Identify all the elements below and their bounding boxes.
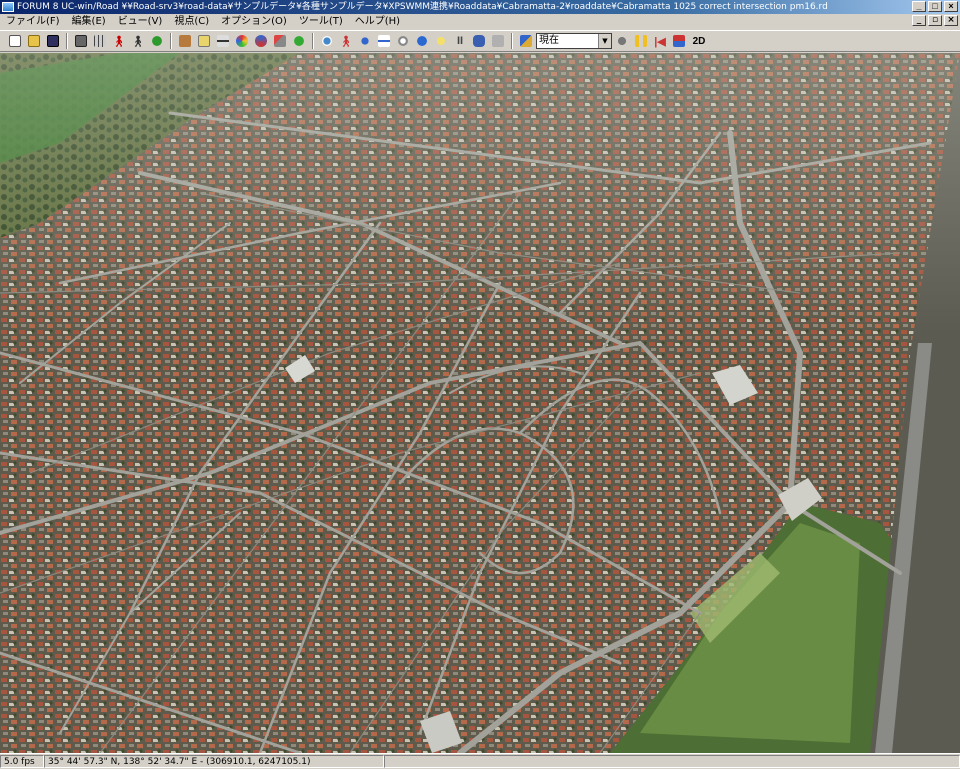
mdi-minimize-button[interactable]: _ xyxy=(912,15,926,26)
brush-button[interactable] xyxy=(271,32,289,50)
new-file-button[interactable] xyxy=(6,32,24,50)
palette-button[interactable] xyxy=(233,32,251,50)
road-icon xyxy=(75,35,87,47)
grid-button[interactable] xyxy=(91,32,109,50)
close-button[interactable]: × xyxy=(944,1,958,12)
move-icon xyxy=(359,35,371,47)
disk-icon xyxy=(47,35,59,47)
minimize-button[interactable]: _ xyxy=(912,1,926,12)
folder-icon xyxy=(28,35,40,47)
record-button[interactable] xyxy=(613,32,631,50)
tree-button[interactable] xyxy=(148,32,166,50)
bulb-icon xyxy=(435,35,447,47)
menu-view[interactable]: ビュー(V) xyxy=(112,14,169,30)
toolbar-separator xyxy=(170,33,172,49)
palette-icon xyxy=(236,35,248,47)
walk-icon: 🚶︎ xyxy=(339,35,353,48)
texture-button[interactable] xyxy=(195,32,213,50)
airplane-icon xyxy=(378,35,390,47)
pedestrian-button[interactable]: 🚶︎ xyxy=(110,32,128,50)
brush-icon xyxy=(274,35,286,47)
viewpoint-select[interactable]: 現在 ▼ xyxy=(536,33,612,49)
rewind-icon: |◀ xyxy=(654,35,666,48)
texture-icon xyxy=(198,35,210,47)
menu-options[interactable]: オプション(O) xyxy=(215,14,293,30)
steering-icon xyxy=(397,35,409,47)
scenario-icon xyxy=(520,35,532,47)
flight-path-icon xyxy=(492,35,504,47)
window-title: FORUM 8 UC-win/Road ¥¥Road-srv3¥road-dat… xyxy=(17,2,828,12)
rewind-button[interactable]: |◀ xyxy=(651,32,669,50)
grid-icon xyxy=(94,35,106,47)
record-icon xyxy=(616,35,628,47)
drive-button[interactable] xyxy=(394,32,412,50)
mdi-controls: _ ▫ × xyxy=(912,15,958,26)
cross-section-icon xyxy=(217,35,229,47)
mdi-restore-button[interactable]: ▫ xyxy=(928,15,942,26)
menu-file[interactable]: ファイル(F) xyxy=(0,14,66,30)
car-button[interactable] xyxy=(470,32,488,50)
car-icon xyxy=(473,35,485,47)
rotate-icon xyxy=(321,35,333,47)
window-controls: _ □ × xyxy=(912,1,958,12)
app-logo-icon xyxy=(2,2,14,12)
rotate-view-button[interactable] xyxy=(318,32,336,50)
fly-button[interactable] xyxy=(375,32,393,50)
globe-green-icon xyxy=(293,35,305,47)
aerial-scene xyxy=(0,53,960,753)
light-button[interactable] xyxy=(432,32,450,50)
save-button[interactable] xyxy=(44,32,62,50)
model-icon xyxy=(179,35,191,47)
menu-viewpoint[interactable]: 視点(C) xyxy=(168,14,215,30)
main-toolbar: 🚶︎ 🚶︎ 🚶︎ II 現在 ▼ |◀ 2D xyxy=(0,30,960,52)
coordinate-readout: 35° 44' 57.3" N, 138° 52' 34.7" E - (306… xyxy=(44,754,384,768)
toolbar-separator xyxy=(66,33,68,49)
signal-icon xyxy=(255,35,267,47)
signal-button[interactable] xyxy=(252,32,270,50)
globe-icon xyxy=(416,35,428,47)
pause-yellow-icon xyxy=(635,35,647,47)
pause-icon: II xyxy=(456,35,464,47)
mode-2d-button[interactable]: 2D xyxy=(689,32,709,50)
open-file-button[interactable] xyxy=(25,32,43,50)
person-red-icon: 🚶︎ xyxy=(112,35,126,48)
3d-viewport[interactable] xyxy=(0,53,960,753)
status-bar: 5.0 fps 35° 44' 57.3" N, 138° 52' 34.7" … xyxy=(0,753,960,768)
tree-icon xyxy=(151,35,163,47)
new-file-icon xyxy=(9,35,21,47)
globe-green-button[interactable] xyxy=(290,32,308,50)
pause-button[interactable]: II xyxy=(451,32,469,50)
model-button[interactable] xyxy=(176,32,194,50)
flag-button[interactable] xyxy=(670,32,688,50)
scenario-button[interactable] xyxy=(517,32,535,50)
toolbar-separator xyxy=(511,33,513,49)
menu-bar: ファイル(F) 編集(E) ビュー(V) 視点(C) オプション(O) ツール(… xyxy=(0,14,960,30)
toolbar-separator xyxy=(312,33,314,49)
maximize-button[interactable]: □ xyxy=(928,1,942,12)
chevron-down-icon: ▼ xyxy=(598,34,611,48)
menu-help[interactable]: ヘルプ(H) xyxy=(349,14,406,30)
cross-section-button[interactable] xyxy=(214,32,232,50)
walk-mode-button[interactable]: 🚶︎ xyxy=(337,32,355,50)
flight-path-button[interactable] xyxy=(489,32,507,50)
road-edit-button[interactable] xyxy=(72,32,90,50)
status-spacer xyxy=(384,754,960,768)
walker-button[interactable]: 🚶︎ xyxy=(129,32,147,50)
menu-tools[interactable]: ツール(T) xyxy=(293,14,349,30)
fps-readout: 5.0 fps xyxy=(0,754,44,768)
move-button[interactable] xyxy=(356,32,374,50)
playback-pause-button[interactable] xyxy=(632,32,650,50)
mdi-close-button[interactable]: × xyxy=(944,15,958,26)
globe-button[interactable] xyxy=(413,32,431,50)
viewpoint-select-value: 現在 xyxy=(539,35,559,46)
person-icon: 🚶︎ xyxy=(131,35,145,48)
title-bar: FORUM 8 UC-win/Road ¥¥Road-srv3¥road-dat… xyxy=(0,0,960,14)
flag-icon xyxy=(673,35,685,47)
menu-edit[interactable]: 編集(E) xyxy=(66,14,112,30)
